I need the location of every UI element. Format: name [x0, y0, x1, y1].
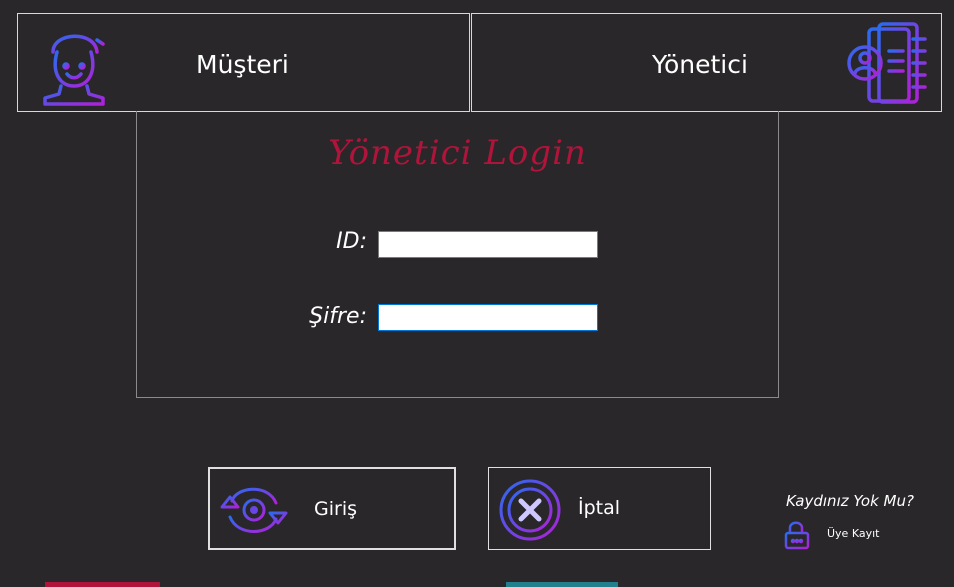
refresh-target-icon [218, 481, 290, 543]
signup-link-label: Üye Kayıt [827, 527, 880, 540]
close-circle-icon [499, 479, 561, 545]
bottom-decoration-teal [506, 582, 618, 587]
lock-icon [783, 520, 811, 554]
admin-role-label: Yönetici [652, 50, 748, 79]
password-input[interactable] [378, 304, 598, 331]
login-panel: Yönetici Login ID: Şifre: [136, 111, 779, 398]
login-title: Yönetici Login [328, 133, 587, 173]
cancel-button[interactable]: İptal [488, 467, 711, 550]
cancel-button-label: İptal [578, 497, 621, 519]
login-button[interactable]: Giriş [208, 467, 456, 550]
bottom-decoration-red [45, 582, 160, 587]
login-button-label: Giriş [314, 498, 357, 520]
customer-avatar-icon [39, 22, 109, 110]
admin-contact-book-icon [845, 21, 931, 111]
id-label: ID: [336, 229, 367, 254]
customer-role-label: Müşteri [196, 50, 289, 79]
signup-question: Kaydınız Yok Mu? [786, 492, 914, 510]
id-input[interactable] [378, 231, 598, 258]
customer-role-button[interactable]: Müşteri [17, 13, 470, 112]
signup-link[interactable]: Üye Kayıt [783, 520, 913, 550]
password-label: Şifre: [309, 304, 367, 329]
admin-role-button[interactable]: Yönetici [471, 13, 942, 112]
